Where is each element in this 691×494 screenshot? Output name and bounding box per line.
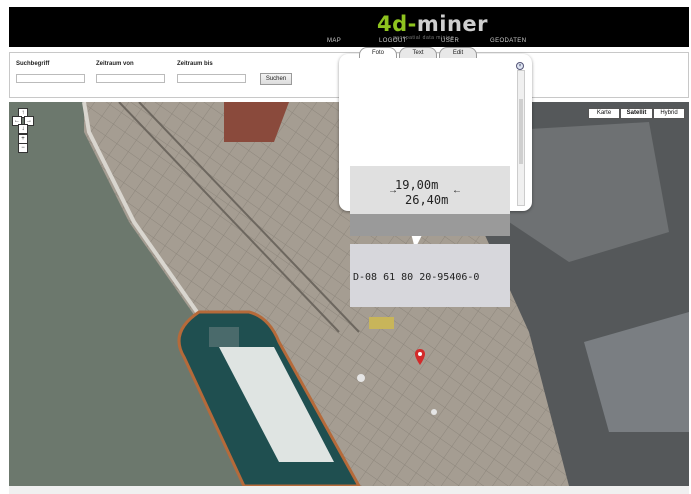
photo2-line1: D-08 61 80 20-95406-0 bbox=[353, 272, 480, 283]
close-icon[interactable]: × bbox=[516, 62, 524, 70]
tab-foto[interactable]: Foto bbox=[359, 47, 397, 58]
app-logo[interactable]: 4d-miner bbox=[377, 12, 488, 36]
logo-name: miner bbox=[416, 12, 489, 36]
search-term-label: Suchbegriff bbox=[16, 61, 50, 67]
search-button[interactable]: Suchen bbox=[260, 73, 292, 85]
map-type-hybrid[interactable]: Hybrid bbox=[653, 108, 685, 119]
photo1-line1: 19,00m bbox=[395, 178, 439, 192]
date-to-label: Zeitraum bis bbox=[177, 61, 213, 67]
zoom-out-control[interactable]: − bbox=[18, 143, 28, 153]
header-bar: 4d-miner geospatial data mining MAP LOGO… bbox=[9, 7, 689, 47]
tab-edit[interactable]: Edit bbox=[439, 47, 477, 58]
nav-user[interactable]: USER bbox=[441, 38, 459, 44]
photo1-line2: 26,40m bbox=[405, 193, 449, 207]
scrollbar-thumb[interactable] bbox=[519, 99, 523, 164]
date-from-input[interactable] bbox=[96, 74, 165, 83]
map-type-karte[interactable]: Karte bbox=[588, 108, 620, 119]
map-type-satellit[interactable]: Satellit bbox=[620, 108, 653, 119]
nav-geodaten[interactable]: GEODATEN bbox=[490, 38, 526, 44]
popup-scrollbar[interactable] bbox=[517, 70, 525, 206]
footer-bar bbox=[9, 486, 689, 494]
photo-measurements[interactable]: 19,00m 26,40m → ← bbox=[350, 166, 510, 236]
search-term-input[interactable] bbox=[16, 74, 85, 83]
date-from-label: Zeitraum von bbox=[96, 61, 134, 67]
map-marker-icon[interactable] bbox=[415, 349, 425, 365]
nav-map[interactable]: MAP bbox=[327, 38, 341, 44]
date-to-input[interactable] bbox=[177, 74, 246, 83]
pan-down-control[interactable]: ↓ bbox=[18, 124, 28, 134]
logo-prefix: 4d- bbox=[377, 12, 417, 36]
photo-serial-number[interactable]: D-08 61 80 20-95406-0 bbox=[350, 244, 510, 307]
nav-logout[interactable]: LOGOUT bbox=[379, 38, 407, 44]
tab-text[interactable]: Text bbox=[399, 47, 437, 58]
